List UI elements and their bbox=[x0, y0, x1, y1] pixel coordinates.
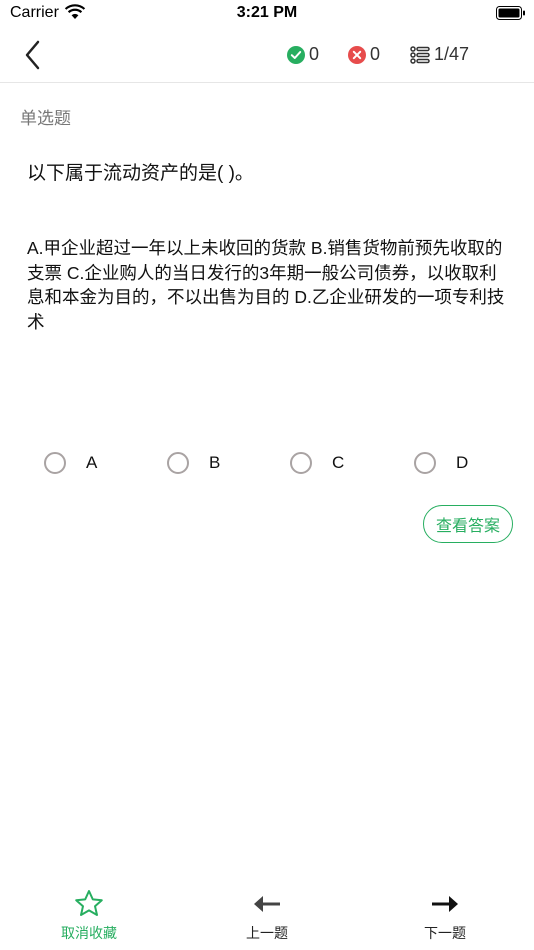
choice-letter: C bbox=[332, 453, 345, 472]
list-icon bbox=[410, 45, 430, 64]
previous-label: 上一题 bbox=[246, 925, 288, 941]
choice-letter: D bbox=[456, 453, 469, 472]
unfavorite-label: 取消收藏 bbox=[61, 925, 117, 941]
arrow-right-icon bbox=[432, 896, 458, 912]
question-text: 以下属于流动资产的是( )。 bbox=[27, 163, 254, 184]
star-icon bbox=[75, 890, 103, 916]
next-label: 下一题 bbox=[424, 925, 466, 941]
choice-letter: A bbox=[86, 453, 98, 472]
previous-question-button[interactable]: 上一题 bbox=[207, 880, 327, 943]
unfavorite-button[interactable]: 取消收藏 bbox=[29, 880, 149, 943]
radio-icon[interactable] bbox=[414, 452, 436, 474]
back-button[interactable] bbox=[18, 38, 52, 72]
correct-count: 0 bbox=[287, 44, 319, 65]
options-text: A.甲企业超过一年以上未收回的货款 B.销售货物前预先收取的支票 C.企业购人的… bbox=[27, 238, 505, 332]
x-circle-icon bbox=[348, 45, 366, 64]
choice-letter: B bbox=[209, 453, 221, 472]
check-circle-icon bbox=[287, 45, 305, 64]
radio-icon[interactable] bbox=[290, 452, 312, 474]
bottom-toolbar: 取消收藏 上一题 下一题 bbox=[0, 880, 534, 950]
choice-d[interactable]: D bbox=[414, 452, 468, 474]
clock: 3:21 PM bbox=[236, 4, 298, 21]
wrong-count-value: 0 bbox=[370, 44, 381, 64]
view-answer-button[interactable]: 查看答案 bbox=[423, 505, 513, 543]
choice-c[interactable]: C bbox=[290, 452, 344, 474]
wrong-count: 0 bbox=[348, 44, 380, 65]
radio-icon[interactable] bbox=[44, 452, 66, 474]
progress-value: 1/47 bbox=[434, 44, 470, 64]
radio-icon[interactable] bbox=[167, 452, 189, 474]
arrow-left-icon bbox=[254, 896, 280, 912]
choice-b[interactable]: B bbox=[167, 452, 220, 474]
choice-a[interactable]: A bbox=[44, 452, 97, 474]
navigation-bar: 0 0 1/47 bbox=[0, 28, 534, 83]
question-type-label: 单选题 bbox=[20, 109, 71, 128]
status-bar: Carrier 3:21 PM bbox=[0, 0, 534, 28]
question-progress[interactable]: 1/47 bbox=[410, 44, 469, 65]
battery-icon bbox=[496, 6, 525, 20]
correct-count-value: 0 bbox=[309, 44, 320, 64]
next-question-button[interactable]: 下一题 bbox=[385, 880, 505, 943]
